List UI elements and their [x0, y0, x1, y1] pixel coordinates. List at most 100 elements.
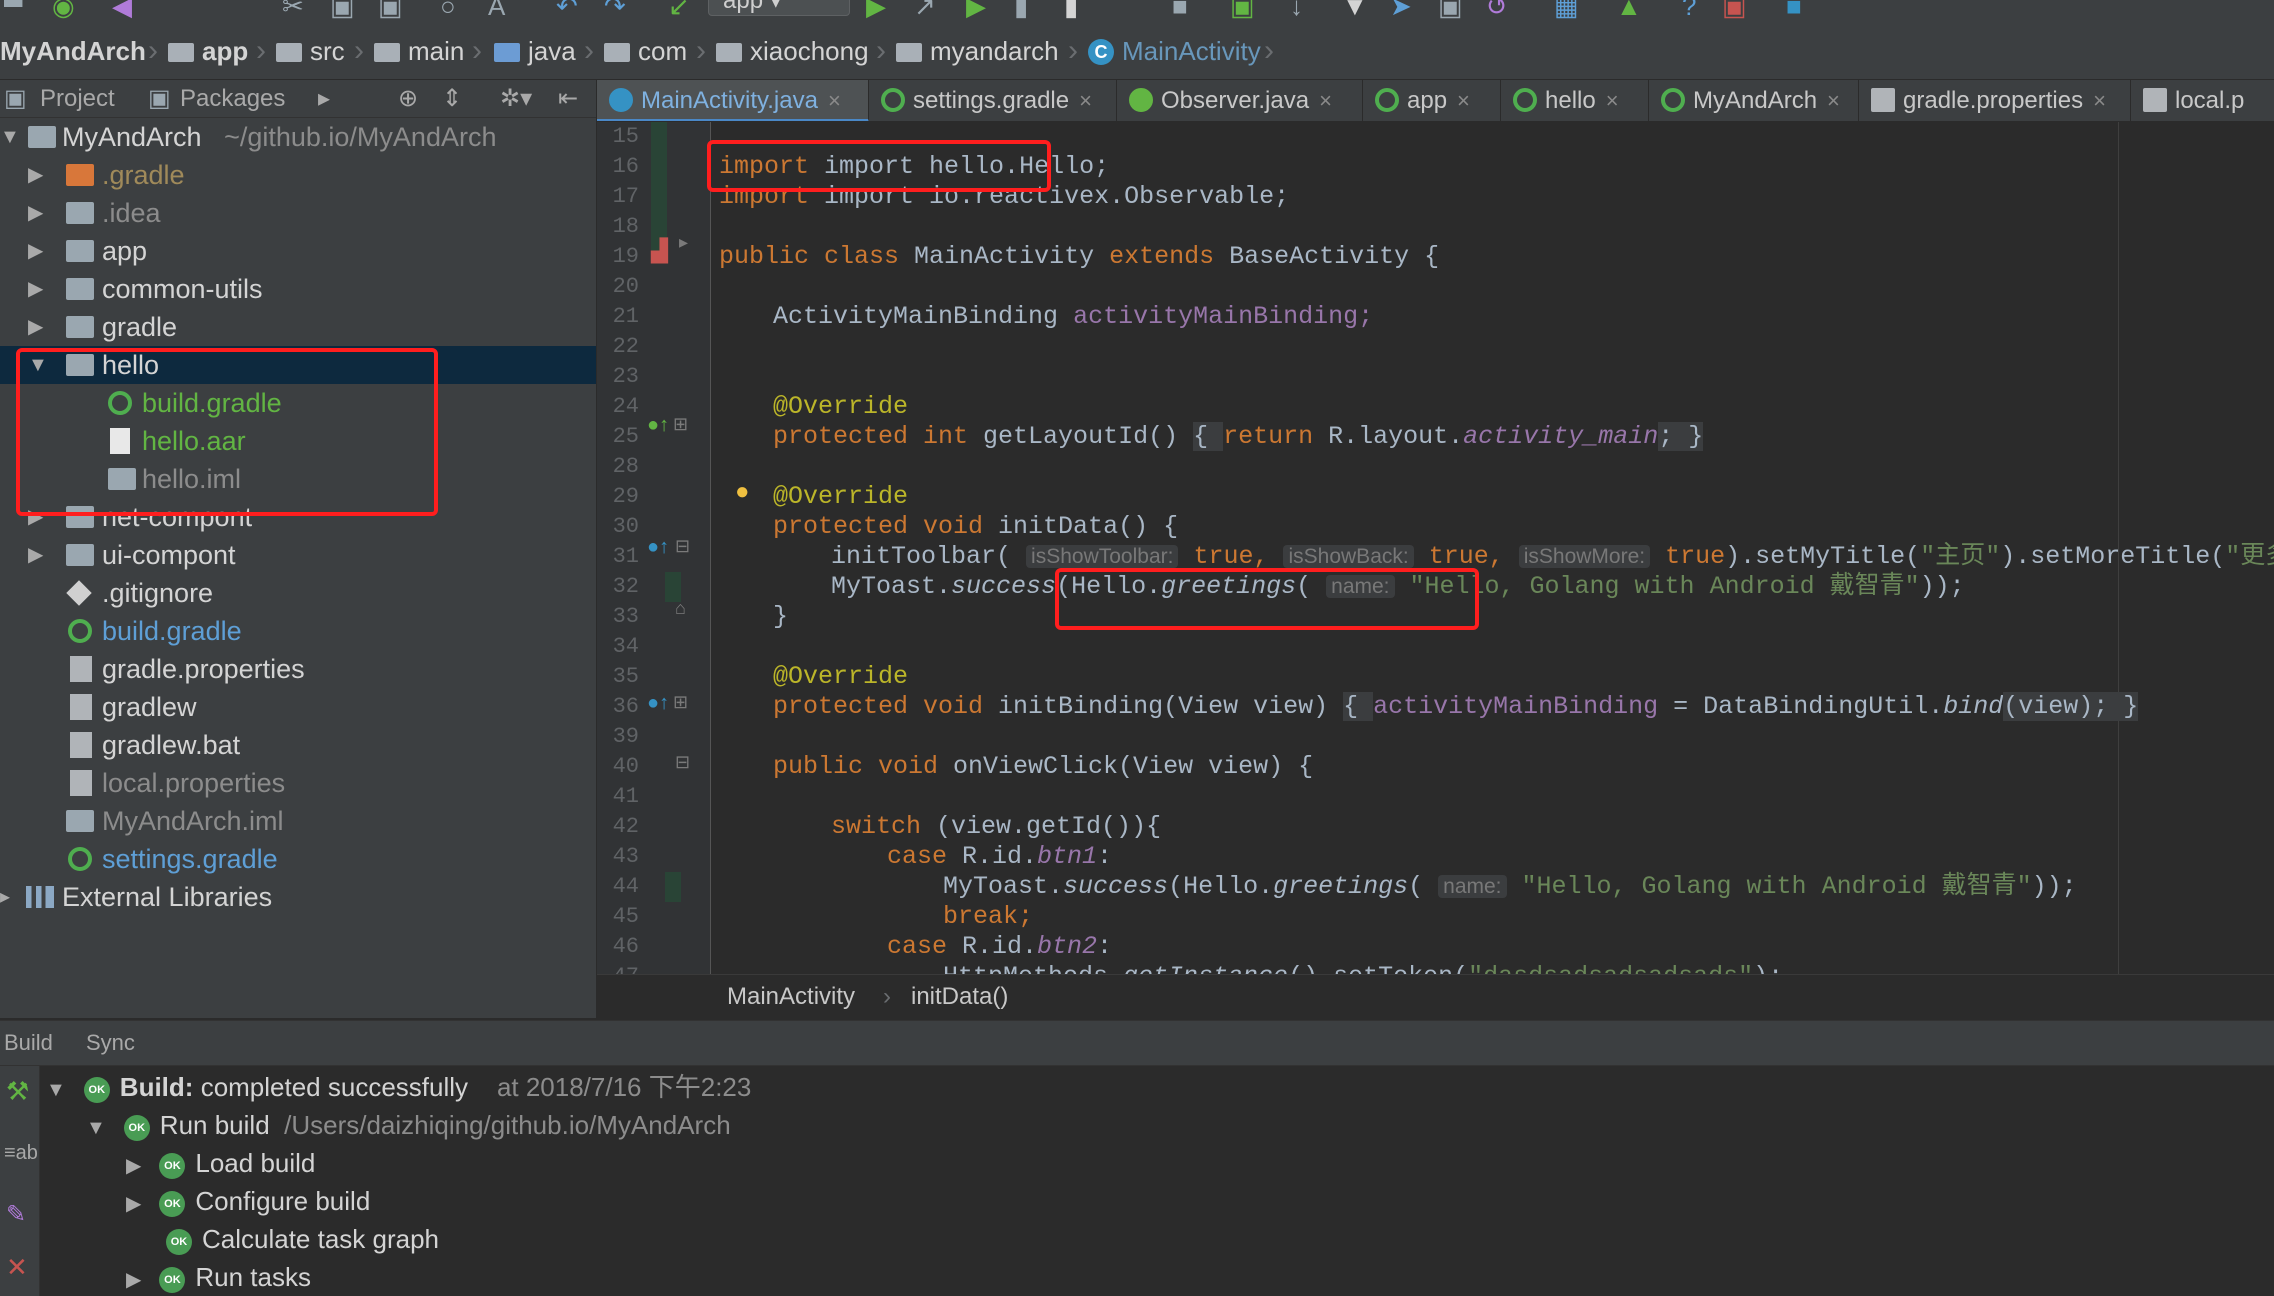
close-icon[interactable]: ×: [1457, 88, 1470, 113]
fold-region[interactable]: {: [1193, 422, 1224, 451]
crumb-com[interactable]: com: [604, 22, 687, 80]
find-icon[interactable]: ○: [440, 0, 456, 21]
hide-panel-icon[interactable]: ⇤: [558, 80, 578, 118]
tab-gradle-properties[interactable]: gradle.properties ×: [1859, 80, 2131, 121]
fold-plus-icon[interactable]: ⊞: [673, 414, 688, 435]
tree-item[interactable]: .gitignore: [0, 574, 596, 612]
replace-icon[interactable]: A: [488, 0, 505, 21]
tab-mainactivity[interactable]: MainActivity.java ×: [597, 80, 869, 121]
override-icon[interactable]: ●↑: [647, 414, 669, 437]
close-icon[interactable]: ×: [1319, 88, 1332, 113]
debug-icon[interactable]: ▶: [966, 0, 986, 21]
fold-region[interactable]: {: [1343, 692, 1374, 721]
close-icon[interactable]: ×: [828, 88, 841, 113]
filter-icon[interactable]: ✎: [6, 1200, 26, 1229]
tree-item[interactable]: ▶ app: [0, 232, 596, 270]
intention-bulb-icon[interactable]: ●: [735, 478, 750, 506]
tab-project[interactable]: Project: [40, 80, 115, 118]
expand-arrow-icon[interactable]: ▶: [28, 194, 43, 232]
android-icon[interactable]: ▲: [1616, 0, 1642, 21]
toggle-view-icon[interactable]: ≡ab: [4, 1142, 38, 1165]
build-task-row[interactable]: ▶ OK Load build: [126, 1144, 315, 1182]
tree-item[interactable]: ▶ common-utils: [0, 270, 596, 308]
crumb-main[interactable]: main: [374, 22, 464, 80]
fold-arrow-icon[interactable]: ▸: [679, 232, 688, 253]
override-icon[interactable]: ●↑: [647, 536, 669, 559]
crumb-app[interactable]: app: [168, 22, 248, 80]
settings-gear-icon[interactable]: ✲▾: [500, 80, 532, 118]
expand-arrow-icon[interactable]: ▶: [126, 1193, 141, 1215]
tab-observer[interactable]: Observer.java ×: [1117, 80, 1363, 121]
close-icon[interactable]: ×: [1079, 88, 1092, 113]
tab-hello[interactable]: hello ×: [1501, 80, 1649, 121]
cut-icon[interactable]: ✂: [282, 0, 304, 21]
tree-item[interactable]: ▶ gradle: [0, 308, 596, 346]
breadcrumb-class[interactable]: MainActivity: [727, 975, 855, 1019]
expand-arrow-icon[interactable]: ▶: [28, 270, 43, 308]
copy-icon[interactable]: ▣: [330, 0, 355, 21]
fold-region[interactable]: ; }: [1658, 422, 1704, 451]
build-task-row[interactable]: ▶ OK Run tasks: [126, 1258, 311, 1296]
sync-icon[interactable]: ◉: [52, 0, 75, 21]
tree-item[interactable]: settings.gradle: [0, 840, 596, 878]
fold-minus-icon[interactable]: ⊟: [675, 536, 690, 557]
tab-sync[interactable]: Sync: [86, 1021, 135, 1065]
tree-item[interactable]: MyAndArch.iml: [0, 802, 596, 840]
expand-arrow-icon[interactable]: ▶: [28, 536, 43, 574]
expand-arrow-icon[interactable]: ▶: [28, 156, 43, 194]
breadcrumb-method[interactable]: initData(): [911, 975, 1008, 1019]
crumb-xiaochong[interactable]: xiaochong: [716, 22, 869, 80]
expand-arrow-icon[interactable]: ▶: [126, 1155, 141, 1177]
build-task-row[interactable]: ▶ OK Configure build: [126, 1182, 370, 1220]
tab-app[interactable]: app ×: [1363, 80, 1501, 121]
crumb-java[interactable]: java: [494, 22, 576, 80]
build-status-row[interactable]: ▼ OK Build: completed successfully at 2018…: [46, 1068, 751, 1106]
tree-item[interactable]: ▶ ui-compont: [0, 536, 596, 574]
forward-icon[interactable]: ↷: [604, 0, 626, 21]
code-editor[interactable]: 15 16 17 18 19 20 21 22 23 24 25 28 29 30 31 32 33 34 35 36…: [597, 122, 2274, 974]
fold-minus-icon[interactable]: ⊟: [675, 752, 690, 773]
structure-icon[interactable]: ▦: [1554, 0, 1579, 21]
expand-arrow-icon[interactable]: ▶: [28, 308, 43, 346]
expand-arrow-icon[interactable]: ▶: [28, 232, 43, 270]
help-icon[interactable]: ?: [1682, 0, 1696, 21]
tree-item[interactable]: ▶ .gradle: [0, 156, 596, 194]
apply-changes-icon[interactable]: ↗: [914, 0, 936, 21]
fold-end-icon[interactable]: ⌂: [675, 598, 686, 619]
tree-item[interactable]: gradlew: [0, 688, 596, 726]
fold-plus-icon[interactable]: ⊞: [673, 692, 688, 713]
locate-icon[interactable]: ⊕: [398, 80, 418, 118]
expand-arrow-icon[interactable]: ▶: [126, 1269, 141, 1291]
profile-icon[interactable]: ▮: [1014, 0, 1028, 21]
monitor-icon[interactable]: ▣: [1722, 0, 1747, 21]
build-task-row[interactable]: OK Calculate task graph: [166, 1220, 439, 1258]
crumb-src[interactable]: src: [276, 22, 345, 80]
crumb-project[interactable]: MyAndArch: [0, 22, 146, 80]
layout-inspector-icon[interactable]: ➤: [1390, 0, 1412, 21]
tab-build[interactable]: Build: [4, 1021, 53, 1065]
close-icon[interactable]: ×: [2093, 88, 2106, 113]
run-icon[interactable]: ▶: [866, 0, 886, 21]
expand-arrow-icon[interactable]: ▼: [0, 118, 20, 156]
stop-build-icon[interactable]: ✕: [6, 1252, 28, 1283]
tree-root[interactable]: ▼ MyAndArch ~/github.io/MyAndArch: [0, 118, 596, 156]
tab-packages[interactable]: Packages: [180, 80, 285, 118]
sdk-icon[interactable]: ↓: [1290, 0, 1303, 21]
expand-arrow-icon[interactable]: ▸: [0, 878, 10, 916]
collapse-arrow-icon[interactable]: ▼: [86, 1117, 106, 1139]
tree-item[interactable]: gradle.properties: [0, 650, 596, 688]
undo-icon[interactable]: ◀: [112, 0, 132, 21]
attach-icon[interactable]: ▮: [1064, 0, 1078, 21]
profiler-icon[interactable]: ▼: [1342, 0, 1368, 21]
stop-icon[interactable]: ■: [1172, 0, 1188, 21]
collapse-icon[interactable]: ⇕: [442, 80, 462, 118]
tree-external-libraries[interactable]: ▸ External Libraries: [0, 878, 596, 916]
make-icon[interactable]: ↙: [668, 0, 690, 21]
tree-item[interactable]: gradlew.bat: [0, 726, 596, 764]
close-icon[interactable]: ×: [1827, 88, 1840, 113]
device-icon[interactable]: ▣: [1438, 0, 1463, 21]
close-icon[interactable]: ×: [1606, 88, 1619, 113]
back-icon[interactable]: ↶: [556, 0, 578, 21]
tab-settings-gradle[interactable]: settings.gradle ×: [869, 80, 1117, 121]
tab-myandarch[interactable]: MyAndArch ×: [1649, 80, 1859, 121]
